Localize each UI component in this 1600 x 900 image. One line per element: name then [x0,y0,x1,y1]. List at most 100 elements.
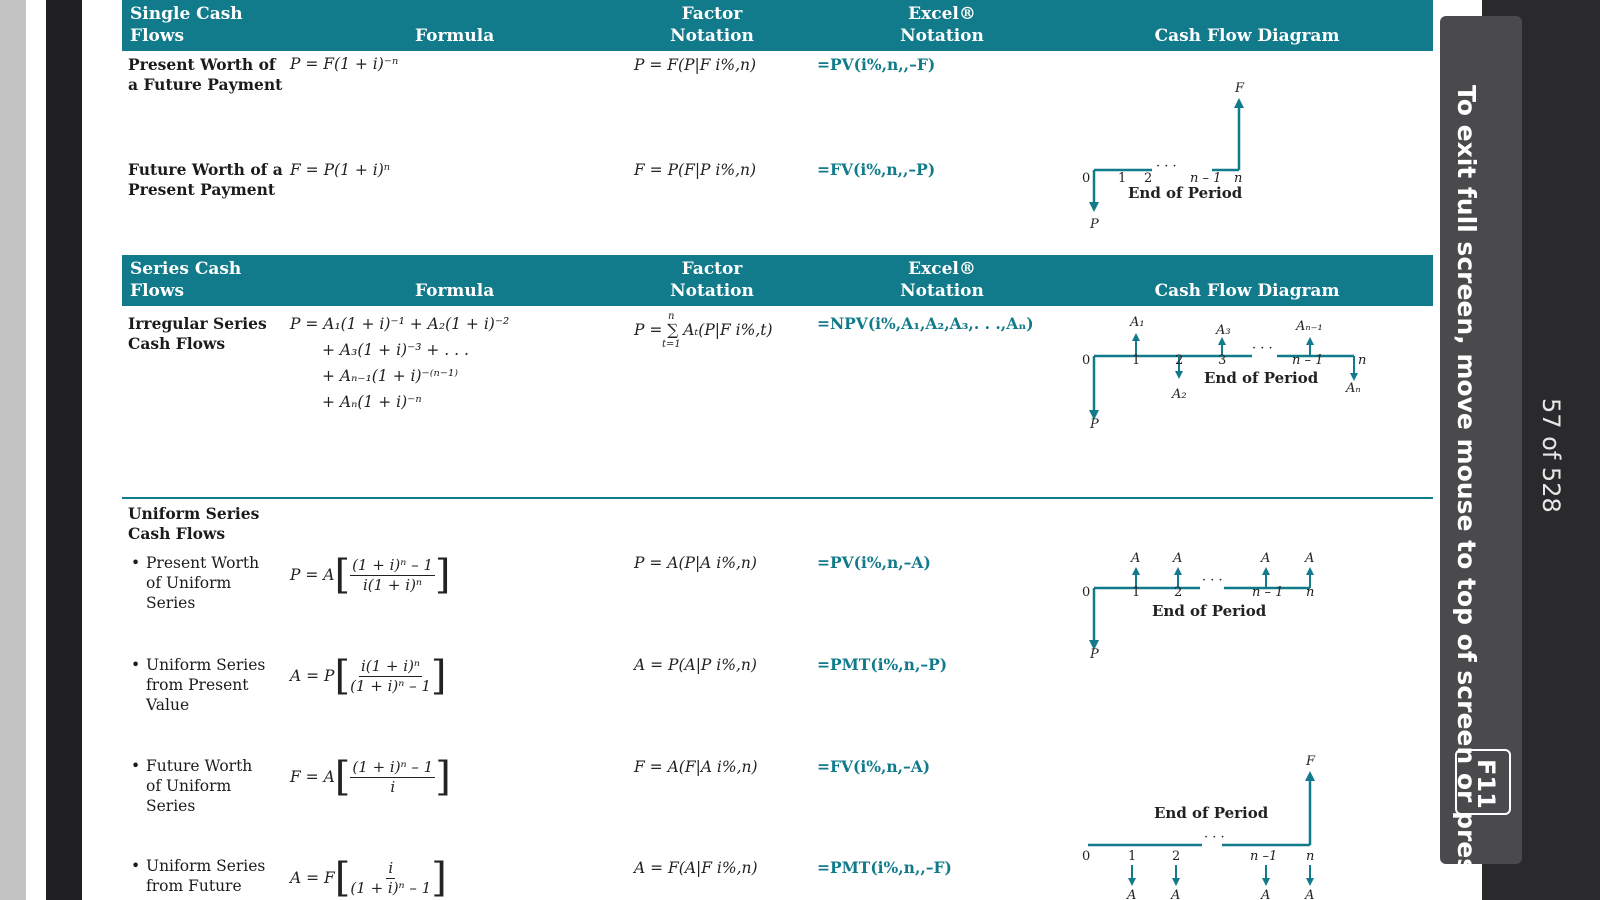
row-label-irregular: Irregular Series Cash Flows [128,314,267,353]
single-tick-1: 1 [1118,171,1126,186]
uniform-pw-diagram: A A A A P 0 1 2 · · · n – 1 n End of Per… [1082,551,1314,662]
uniform-fw-diagram: F End of Period · · · 0 1 2 n –1 n A A A… [1082,755,1316,900]
formula-pw-uniform: P = A[(1 + i)ⁿ – 1 i(1 + i)ⁿ] [290,552,451,598]
single-dots: · · · [1156,159,1177,174]
ufw-end-of-period: End of Period [1154,804,1269,822]
factor-us-present: A = P(A|P i%,n) [634,656,757,674]
irr-A1: A₁ [1129,315,1145,330]
header-category: Single Cash Flows [130,4,243,46]
sub-pw-uniform: • Present Worth of Uniform Series [131,554,260,612]
irr-end-of-period: End of Period [1204,369,1319,387]
f11-key-label: F11 [1472,759,1500,809]
upw-tick-2: 2 [1174,585,1182,600]
single-P-label: P [1089,217,1099,232]
ufw-tick-n: n [1306,849,1314,864]
series-cash-flows-header: Series Cash Flows Formula Factor Notation … [122,255,1433,306]
sub-fw-uniform: • Future Worth of Uniform Series [131,757,253,815]
excel-irregular: =NPV(i%,A₁,A₂,A₃,. . .,Aₙ) [817,314,1034,333]
header-formula: Formula [415,281,495,301]
upw-A2: A [1172,551,1182,566]
irr-A3: A₃ [1215,323,1231,338]
sub-us-future: • Uniform Series from Future [131,857,266,895]
formula-us-future: A = F[i (1 + i)ⁿ – 1] [290,855,447,900]
formula-irregular-line2: + A₃(1 + i)⁻³ + . . . [322,341,469,359]
sub-us-present: • Uniform Series from Present Value [131,656,266,714]
excel-pw-future: =PV(i%,n,,–F) [817,55,936,74]
formula-fw-uniform: F = A[(1 + i)ⁿ – 1 i] [290,754,451,800]
header-factor: Factor Notation [670,259,754,301]
header-excel: Excel® Notation [900,259,984,301]
document-page: Single Cash Flows Formula Factor Notation … [82,0,1482,900]
irr-dots: · · · [1252,341,1273,356]
fullscreen-exit-message: To exit full screen, move mouse to top o… [1452,85,1481,889]
formula-us-present: A = P[i(1 + i)ⁿ (1 + i)ⁿ – 1] [290,653,447,699]
factor-irregular: n P = ∑ Aₜ(P|F i%,t) t=1 [634,311,773,350]
single-tick-0: 0 [1082,171,1090,186]
excel-us-present: =PMT(i%,n,–P) [817,655,948,674]
irr-tick-n1: n – 1 [1292,353,1323,368]
upw-tick-1: 1 [1132,585,1140,600]
upw-P: P [1089,647,1099,662]
upw-A4: A [1304,551,1314,566]
irr-tick-0: 0 [1082,353,1090,368]
factor-sum-bottom: t=1 [662,339,681,350]
page-margin [26,0,46,900]
ufw-A3: A [1260,888,1270,900]
factor-sum-top: n [668,311,675,322]
ufw-A4: A [1304,888,1314,900]
row-label-uniform: Uniform Series Cash Flows [128,504,260,543]
irr-A2: A₂ [1171,387,1187,402]
single-cash-flows-header: Single Cash Flows Formula Factor Notation … [122,0,1433,51]
upw-end-of-period: End of Period [1152,602,1267,620]
excel-us-future: =PMT(i%,n,,–F) [817,858,952,877]
header-excel: Excel® Notation [900,4,984,46]
upw-tick-0: 0 [1082,585,1090,600]
factor-pw-future: P = F(P|F i%,n) [634,56,757,74]
single-end-of-period: End of Period [1128,184,1243,202]
upw-A3: A [1260,551,1270,566]
irr-An1: Aₙ₋₁ [1295,319,1323,334]
upw-tick-n: n [1306,585,1314,600]
header-factor: Factor Notation [670,4,754,46]
formula-irregular-line4: + Aₙ(1 + i)⁻ⁿ [322,393,422,411]
header-formula: Formula [415,26,495,46]
ufw-tick-1: 1 [1128,849,1136,864]
factor-fw-uniform: F = A(F|A i%,n) [634,758,758,776]
factor-sum-main: P = ∑ Aₜ(P|F i%,t) [634,321,773,339]
ufw-tick-2: 2 [1172,849,1180,864]
ufw-F: F [1305,755,1316,769]
ufw-tick-0: 0 [1082,849,1090,864]
irr-An: Aₙ [1345,381,1361,396]
irr-tick-1: 1 [1132,353,1140,368]
single-F-label: F [1234,81,1245,96]
single-cash-flow-diagram: F P 0 1 2 · · · n – 1 n End of Period [1082,81,1245,232]
row-label-fw-present: Future Worth of a Present Payment [128,160,283,199]
upw-dots: · · · [1202,573,1223,588]
formula-fw-present: F = P(1 + i)ⁿ [290,161,391,179]
factor-pw-uniform: P = A(P|A i%,n) [634,554,757,572]
irr-P: P [1089,417,1099,432]
irr-tick-3: 3 [1218,353,1226,368]
irr-tick-2: 2 [1175,353,1183,368]
irr-tick-n: n [1358,353,1366,368]
section-divider [122,497,1433,499]
formula-pw-future: P = F(1 + i)⁻ⁿ [290,55,399,73]
row-label-pw-future: Present Worth of a Future Payment [128,55,283,94]
scrollbar-track[interactable] [0,0,26,900]
viewer-frame-left [46,0,82,900]
header-diagram: Cash Flow Diagram [1154,281,1340,301]
ufw-dots: · · · [1204,830,1225,845]
factor-us-future: A = F(A|F i%,n) [634,859,758,877]
formula-irregular-line1: P = A₁(1 + i)⁻¹ + A₂(1 + i)⁻² [290,315,510,333]
formula-irregular-line3: + Aₙ₋₁(1 + i)⁻⁽ⁿ⁻¹⁾ [322,367,459,385]
ufw-A1: A [1126,888,1136,900]
ufw-A2: A [1170,888,1180,900]
factor-fw-present: F = P(F|P i%,n) [634,161,757,179]
upw-tick-n1: n – 1 [1252,585,1283,600]
ufw-tick-n1: n –1 [1250,849,1277,864]
upw-A1: A [1130,551,1140,566]
header-category: Series Cash Flows [130,259,242,301]
header-diagram: Cash Flow Diagram [1154,26,1340,46]
page-counter: 57 of 528 [1537,398,1565,513]
excel-fw-uniform: =FV(i%,n,–A) [817,757,931,776]
